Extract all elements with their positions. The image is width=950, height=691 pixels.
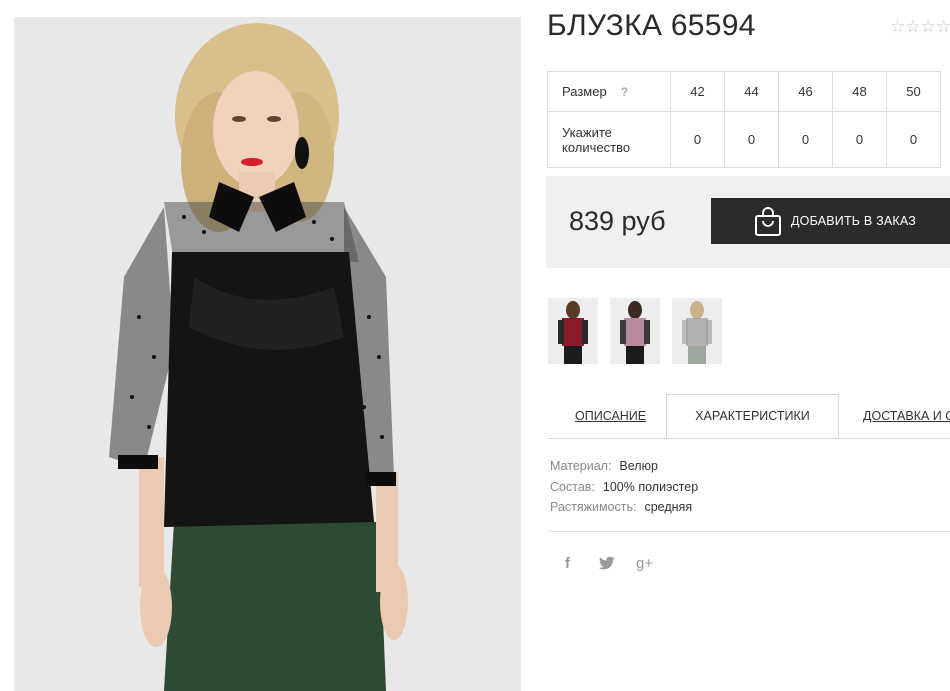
size-option: 42 <box>670 71 725 112</box>
quantity-input[interactable]: 0 <box>724 111 779 168</box>
size-option: 50 <box>886 71 941 112</box>
spec-row: Материал: Велюр <box>550 456 698 477</box>
tab-description[interactable]: ОПИСАНИЕ <box>575 394 646 438</box>
size-option: 46 <box>778 71 833 112</box>
thumbnail-burgundy[interactable] <box>548 298 598 364</box>
quantity-input[interactable]: 0 <box>670 111 725 168</box>
google-plus-icon[interactable]: g+ <box>636 555 653 572</box>
product-title: БЛУЗКА 65594 <box>547 9 756 42</box>
quantity-input[interactable]: 0 <box>886 111 941 168</box>
add-to-order-label: ДОБАВИТЬ В ЗАКАЗ <box>791 214 917 228</box>
spec-row: Растяжимость: средняя <box>550 497 698 518</box>
twitter-icon[interactable] <box>599 556 615 574</box>
quantity-input[interactable]: 0 <box>778 111 833 168</box>
quantity-row: Укажите количество 0 0 0 0 0 <box>547 111 941 168</box>
spec-value: средняя <box>644 500 693 514</box>
spec-row: Состав: 100% полиэстер <box>550 477 698 498</box>
thumbnail-pink[interactable] <box>610 298 660 364</box>
size-label: Размер <box>562 84 607 99</box>
size-row: Размер? 42 44 46 48 50 <box>547 71 941 112</box>
tab-characteristics[interactable]: ХАРАКТЕРИСТИКИ <box>666 394 839 438</box>
size-option: 44 <box>724 71 779 112</box>
tab-delivery[interactable]: ДОСТАВКА И ОПЛАТА <box>863 394 950 438</box>
spec-value: Велюр <box>619 459 658 473</box>
add-to-order-button[interactable]: ДОБАВИТЬ В ЗАКАЗ <box>711 198 950 244</box>
thumbnail-black[interactable] <box>672 298 722 364</box>
quantity-input[interactable]: 0 <box>832 111 887 168</box>
divider <box>548 531 950 532</box>
shopping-bag-icon <box>754 207 782 242</box>
product-tabs: ОПИСАНИЕ ХАРАКТЕРИСТИКИ ДОСТАВКА И ОПЛАТ… <box>548 394 950 439</box>
quantity-label-cell: Укажите количество <box>547 111 671 168</box>
tab-delivery-wrapper: ДОСТАВКА И ОПЛАТА <box>863 394 950 438</box>
tabs-baseline <box>548 438 950 439</box>
quantity-label-line1: Укажите <box>562 124 612 140</box>
quantity-label-line2: количество <box>562 139 631 155</box>
spec-value: 100% полиэстер <box>602 479 699 494</box>
size-help-icon[interactable]: ? <box>621 85 628 99</box>
facebook-icon[interactable]: f <box>565 555 570 572</box>
price-box: 839 руб ДОБАВИТЬ В ЗАКАЗ <box>546 176 950 268</box>
size-option: 48 <box>832 71 887 112</box>
spec-key: Растяжимость: <box>550 500 637 514</box>
specs-list: Материал: Велюр Состав: 100% полиэстер Рас… <box>550 456 698 518</box>
size-table: Размер? 42 44 46 48 50 Укажите количеств… <box>547 71 941 168</box>
size-label-cell: Размер? <box>547 71 671 112</box>
rating-stars[interactable]: ☆☆☆☆☆ <box>890 17 950 37</box>
spec-key: Материал: <box>550 459 612 473</box>
price: 839 руб <box>569 206 666 236</box>
spec-key: Состав: <box>550 479 595 494</box>
product-main-image[interactable] <box>14 17 521 691</box>
